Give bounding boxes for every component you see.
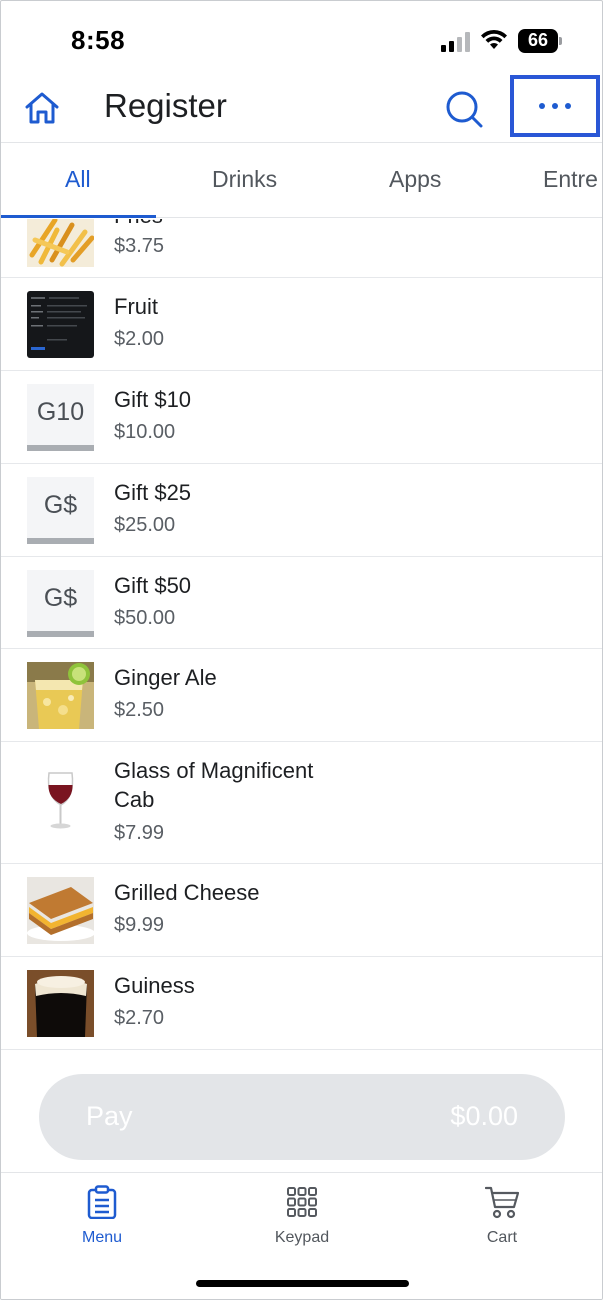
item-price: $9.99 (114, 914, 165, 936)
list-item[interactable]: Fries $3.75 (1, 219, 602, 278)
pay-label: Pay (86, 1101, 133, 1131)
tab-drinks[interactable]: Drinks (212, 166, 277, 193)
home-indicator[interactable] (196, 1280, 409, 1287)
item-name: Grilled Cheese (114, 880, 260, 905)
clipboard-icon (87, 1185, 117, 1219)
tab-all[interactable]: All (65, 166, 91, 193)
item-price: $10.00 (114, 421, 176, 443)
item-name: Guiness (114, 973, 195, 998)
item-name-line1: Glass of Magnificent (114, 758, 314, 783)
item-price: $25.00 (114, 514, 176, 536)
item-name: Fruit (114, 294, 158, 319)
battery-level: 66 (527, 30, 549, 50)
grilled-cheese-photo (27, 877, 94, 944)
list-item[interactable]: Ginger Ale $2.50 (1, 649, 602, 742)
bottom-nav: Menu Keypad Cart (1, 1172, 602, 1299)
status-time: 8:58 (71, 25, 126, 55)
category-tabs: All Drinks Apps Entre (1, 144, 602, 218)
page-title: Register (104, 87, 227, 124)
item-price: $2.70 (114, 1007, 165, 1029)
list-item[interactable]: Guiness $2.70 (1, 957, 602, 1050)
fries-photo (27, 219, 94, 267)
nav-keypad[interactable]: Keypad (242, 1185, 362, 1255)
gift-card-thumbnail: G$ (27, 477, 94, 544)
more-options-button[interactable] (510, 75, 600, 137)
pay-button[interactable]: Pay $0.00 (39, 1074, 565, 1160)
list-item[interactable]: Fruit $2.00 (1, 278, 602, 371)
nav-menu[interactable]: Menu (42, 1185, 162, 1255)
battery-icon: 66 (518, 29, 562, 53)
ellipsis-icon (539, 103, 545, 109)
nav-cart-label: Cart (486, 1229, 518, 1246)
list-item[interactable]: G10 Gift $10 $10.00 (1, 371, 602, 464)
item-price: $2.50 (114, 699, 165, 721)
wifi-icon (481, 29, 507, 49)
item-price: $50.00 (114, 607, 176, 629)
tab-apps[interactable]: Apps (389, 166, 441, 193)
item-name: Gift $25 (114, 480, 192, 505)
tab-entrees[interactable]: Entre (543, 166, 598, 193)
stout-photo (27, 970, 94, 1037)
item-price: $7.99 (114, 822, 165, 844)
app-header: Register (1, 71, 602, 143)
item-name-line2: Cab (114, 787, 155, 812)
item-code: G10 (36, 398, 85, 426)
status-bar: 8:58 66 (1, 1, 602, 71)
item-code: G$ (43, 584, 78, 612)
cart-icon (485, 1186, 519, 1219)
gift-card-thumbnail: G10 (27, 384, 94, 451)
item-price: $3.75 (114, 235, 165, 257)
menu-item-list[interactable]: Fries $3.75 Fruit $2.00 (1, 219, 602, 1051)
list-item[interactable]: Glass of Magnificent Cab $7.99 (1, 742, 602, 864)
nav-menu-label: Menu (81, 1229, 123, 1246)
pay-amount: $0.00 (450, 1101, 518, 1131)
list-item[interactable]: G$ Gift $50 $50.00 (1, 557, 602, 649)
ginger-ale-photo (27, 662, 94, 729)
keypad-icon (287, 1187, 317, 1217)
nav-keypad-label: Keypad (274, 1229, 330, 1246)
list-item[interactable]: G$ Gift $25 $25.00 (1, 464, 602, 557)
item-name: Glass of Magnificent Cab (114, 756, 313, 814)
gift-card-thumbnail: G$ (27, 570, 94, 637)
wine-glass-photo (27, 767, 94, 834)
item-name: Gift $10 (114, 387, 192, 412)
item-code: G$ (43, 491, 78, 519)
item-name: Fries (114, 219, 163, 230)
app-frame: 8:58 66 Register All Drinks Apps Entre $… (0, 0, 603, 1300)
cellular-signal-icon (441, 32, 471, 52)
active-tab-indicator (1, 215, 156, 218)
item-name: Ginger Ale (114, 665, 217, 690)
home-icon[interactable] (23, 89, 61, 127)
item-name: Gift $50 (114, 573, 192, 598)
screenshot-thumbnail (27, 291, 94, 358)
item-price: $2.00 (114, 328, 165, 350)
nav-cart[interactable]: Cart (442, 1185, 562, 1255)
search-icon[interactable] (444, 89, 484, 129)
list-item[interactable]: Grilled Cheese $9.99 (1, 864, 602, 957)
